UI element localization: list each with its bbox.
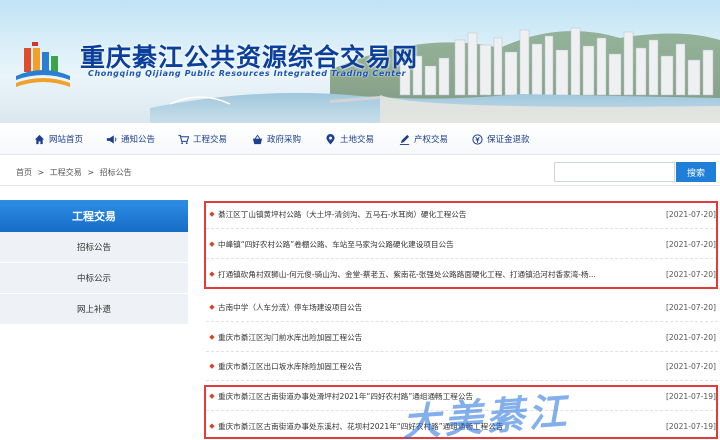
search-button[interactable]: 搜索 [676, 162, 716, 182]
list-item-title[interactable]: 中峰镇“四好农村公路”卷棚公路、车站至马家沟公路硬化建设项目公告 [218, 239, 660, 250]
breadcrumb: 首页 > 工程交易 > 招标公告 [16, 167, 135, 178]
sidebar-item-award-notice[interactable]: 中标公示 [0, 263, 188, 294]
list-item-title[interactable]: 重庆市綦江区沟门前水库出险加固工程公告 [218, 332, 660, 343]
nav-engineering[interactable]: 工程交易 [178, 123, 227, 155]
nav-refund[interactable]: 保证金退款 [472, 123, 530, 155]
list-item[interactable]: ◆ 重庆市綦江区沟门前水库出险加固工程公告 [2021-07-20] [206, 323, 718, 352]
cart-icon [178, 134, 189, 144]
list-item-date: [2021-07-20] [665, 209, 716, 219]
nav-engineering-label: 工程交易 [193, 135, 228, 145]
list-item-date: [2021-07-20] [665, 269, 716, 279]
list-item-date: [2021-07-20] [665, 302, 716, 312]
site-logo-icon [16, 42, 70, 87]
list-item-date: [2021-07-20] [665, 239, 716, 249]
list-item-date: [2021-07-20] [665, 361, 716, 371]
nav-procurement-label: 政府采购 [267, 135, 302, 145]
list-item[interactable]: ◆ 中峰镇“四好农村公路”卷棚公路、车站至马家沟公路硬化建设项目公告 [2021… [206, 230, 718, 259]
list-item[interactable]: ◆ 打通镇砍角村双狮山-何元俊-骑山沟、金堂-蔡老五、紫南花-张强处公路路面硬化… [206, 260, 718, 289]
list-item[interactable]: ◆ 古南中学（人车分流）停车场建设项目公告 [2021-07-20] [206, 293, 718, 322]
nav-home[interactable]: 网站首页 [34, 123, 83, 155]
nav-home-label: 网站首页 [49, 135, 84, 145]
nav-land[interactable]: 土地交易 [325, 123, 374, 155]
list-item-title[interactable]: 打通镇砍角村双狮山-何元俊-骑山沟、金堂-蔡老五、紫南花-张强处公路路面硬化工程… [218, 269, 660, 280]
list-item-date: [2021-07-19] [665, 421, 716, 431]
list-item-title[interactable]: 古南中学（人车分流）停车场建设项目公告 [218, 302, 660, 313]
breadcrumb-home[interactable]: 首页 [16, 168, 32, 177]
bullet-icon: ◆ [209, 422, 215, 430]
list-item-title[interactable]: 綦江区丁山镇黄坪村公路（大土坪-清剑沟、五马石-水耳岗）硬化工程公告 [218, 209, 660, 220]
bullet-icon: ◆ [209, 333, 215, 341]
refund-icon [472, 133, 483, 145]
bullet-icon: ◆ [209, 392, 215, 400]
breadcrumb-separator: > [37, 168, 45, 177]
sidebar-item-tender-notice[interactable]: 招标公告 [0, 232, 188, 263]
list-item-date: [2021-07-19] [665, 391, 716, 401]
breadcrumb-engineering[interactable]: 工程交易 [50, 168, 82, 177]
list-item-title[interactable]: 重庆市綦江区出口坂水库除险加固工程公告 [218, 361, 660, 372]
list-item[interactable]: ◆ 綦江区丁山镇黄坪村公路（大土坪-清剑沟、五马石-水耳岗）硬化工程公告 [20… [206, 200, 718, 229]
pen-icon [399, 134, 410, 145]
bullet-icon: ◆ [209, 210, 215, 218]
nav-procurement[interactable]: 政府采购 [252, 123, 301, 155]
bullet-icon: ◆ [209, 362, 215, 370]
home-icon [34, 134, 45, 144]
nav-notices[interactable]: 通知公告 [106, 123, 155, 155]
basket-icon [252, 134, 263, 144]
site-subtitle: Chongqing Qijiang Public Resources Integ… [88, 69, 407, 78]
bullet-icon: ◆ [209, 303, 215, 311]
location-pin-icon [326, 133, 335, 145]
bullet-icon: ◆ [209, 240, 215, 248]
bullet-icon: ◆ [209, 270, 215, 278]
header-banner: 重庆綦江公共资源综合交易网 Chongqing Qijiang Public R… [0, 0, 720, 123]
nav-property-label: 产权交易 [414, 135, 449, 145]
watermark-text: 大美綦江 [400, 388, 572, 440]
search-input[interactable] [554, 162, 675, 182]
list-item-date: [2021-07-20] [665, 332, 716, 342]
main-nav: 网站首页 通知公告 工程交易 政府采购 土地交易 产权交易 保证金退款 [0, 123, 720, 155]
nav-property[interactable]: 产权交易 [399, 123, 448, 155]
nav-land-label: 土地交易 [340, 135, 375, 145]
nav-refund-label: 保证金退款 [487, 135, 530, 145]
list-item[interactable]: ◆ 重庆市綦江区出口坂水库除险加固工程公告 [2021-07-20] [206, 352, 718, 381]
megaphone-icon [106, 134, 117, 144]
nav-notices-label: 通知公告 [121, 135, 156, 145]
breadcrumb-separator: > [87, 168, 95, 177]
sidebar-item-addendum[interactable]: 网上补遗 [0, 294, 188, 325]
breadcrumb-current: 招标公告 [99, 168, 132, 177]
sidebar-heading: 工程交易 [0, 200, 188, 232]
